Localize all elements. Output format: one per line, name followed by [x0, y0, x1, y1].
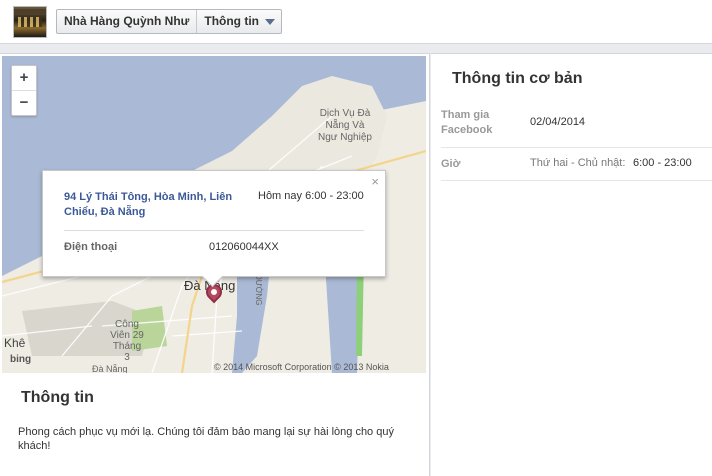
info-label-hours: Giờ	[441, 158, 461, 170]
section-label: Thông tin	[204, 14, 260, 28]
map-label-park: Công Viên 29 Tháng 3	[110, 319, 144, 363]
about-title: Thông tin	[21, 389, 94, 406]
location-popup: × 94 Lý Thái Tông, Hòa Minh, Liên Chiểu,…	[42, 170, 386, 277]
about-text: Phong cách phục vụ mới lạ. Chúng tôi đảm…	[18, 426, 394, 452]
close-icon[interactable]: ×	[371, 174, 379, 189]
map-label-district: Dịch Vụ Đà Nẵng Và Ngư Nghiệp	[318, 108, 372, 143]
location-map[interactable]: Dịch Vụ Đà Nẵng Và Ngư Nghiệp Đà Nẵng Cô…	[2, 56, 426, 373]
map-copyright: © 2014 Microsoft Corporation © 2013 Noki…	[214, 362, 389, 372]
map-label-khe: Khê	[4, 336, 26, 350]
info-row-hours: Giờ Thứ hai - Chủ nhật: 6:00 - 23:00	[441, 148, 712, 181]
popup-address-link[interactable]: 94 Lý Thái Tông, Hòa Minh, Liên Chiểu, Đ…	[64, 190, 234, 220]
basic-info-title: Thông tin cơ bản	[452, 70, 583, 87]
right-column: Thông tin cơ bản Tham gia Facebook 02/04…	[431, 53, 712, 476]
popup-divider	[64, 230, 364, 231]
info-label-joined: Tham gia Facebook	[441, 109, 493, 136]
page-name-link[interactable]: Nhà Hàng Quỳnh Như	[57, 10, 198, 33]
info-hours-days: Thứ hai - Chủ nhật:	[530, 157, 626, 169]
page-avatar[interactable]	[13, 6, 47, 38]
info-value-joined: 02/04/2014	[530, 116, 586, 128]
zoom-in-button[interactable]: +	[12, 66, 36, 91]
popup-phone-label: Điện thoại	[64, 241, 118, 253]
zoom-controls: + −	[11, 65, 37, 116]
map-label-road: ĐƯỜNG	[254, 274, 263, 306]
bing-logo: bing	[10, 354, 32, 365]
zoom-out-button[interactable]: −	[12, 91, 36, 116]
page-header: Nhà Hàng Quỳnh Như Thông tin	[0, 0, 712, 44]
left-column: Dịch Vụ Đà Nẵng Và Ngư Nghiệp Đà Nẵng Cô…	[0, 53, 430, 476]
info-hours-time: 6:00 - 23:00	[633, 157, 692, 169]
breadcrumb: Nhà Hàng Quỳnh Như Thông tin	[56, 9, 283, 34]
info-row-joined: Tham gia Facebook 02/04/2014	[441, 102, 712, 148]
popup-phone-number: 012060044XX	[209, 241, 279, 253]
section-dropdown[interactable]: Thông tin	[197, 10, 281, 33]
popup-hours: Hôm nay 6:00 - 23:00	[258, 190, 364, 202]
chevron-down-icon	[265, 19, 276, 25]
map-label-bottom: Đà Nẵng	[92, 364, 128, 373]
